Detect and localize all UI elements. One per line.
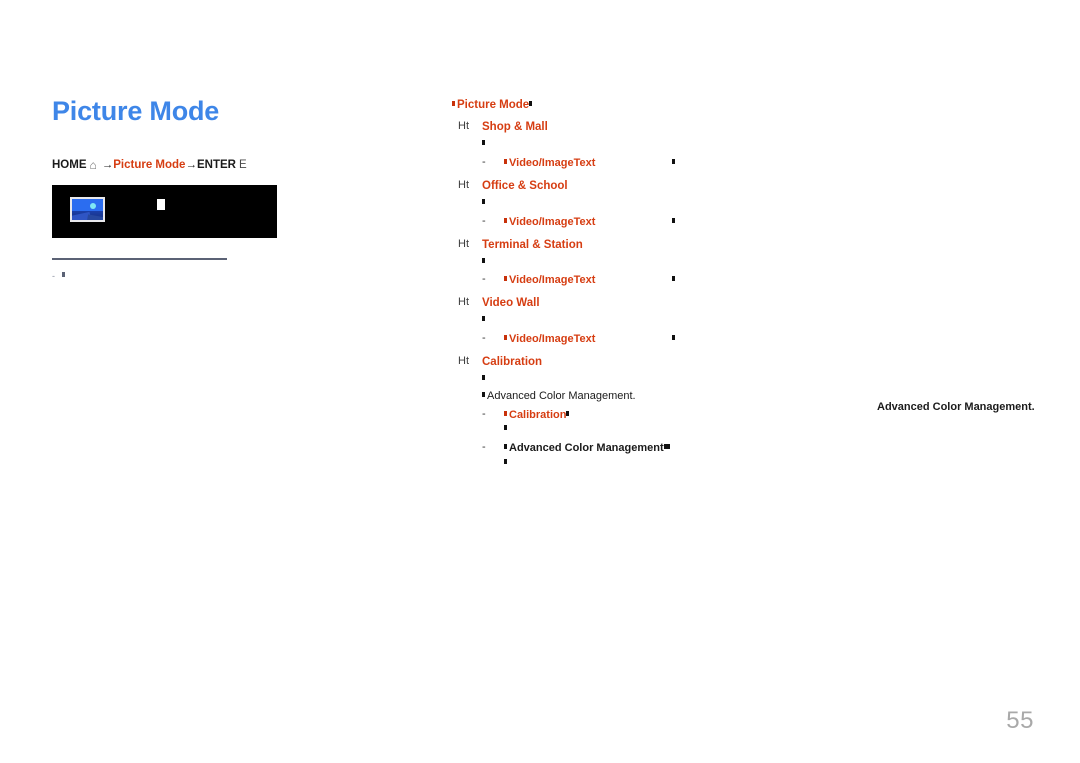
sub-item-label-text: Video/Image: [509, 274, 574, 287]
option-title: Calibration: [482, 355, 543, 368]
sub-item-label-text-2: Text: [573, 274, 596, 287]
sub-item-trailing-glyph: [672, 214, 677, 230]
option-item-office-school[interactable]: Ht Office & School - Video/ImageText: [452, 179, 872, 230]
missing-glyph-icon: [62, 269, 67, 280]
sub-item-dash: -: [482, 441, 486, 454]
sub-item-label: Video/ImageText: [504, 214, 872, 230]
sub-item-dash: -: [482, 273, 486, 286]
section-heading-label: Picture Mode: [457, 99, 530, 111]
option-description: Advanced Color Management.: [482, 388, 872, 404]
option-item-calibration[interactable]: Ht Calibration Advanced Color Management…: [452, 355, 872, 471]
sub-item-dash: -: [482, 156, 486, 169]
sub-item-label: Advanced Color Management: [504, 441, 872, 456]
option-sub-item[interactable]: - Video/ImageText: [482, 273, 872, 288]
missing-glyph-icon: [504, 422, 509, 434]
left-footnote: -: [52, 269, 67, 282]
option-description: [482, 313, 872, 328]
missing-glyph-icon: [482, 313, 487, 325]
option-sub-item[interactable]: - Advanced Color Management: [482, 441, 872, 471]
sub-item-trailing-glyph: [672, 156, 677, 171]
section-heading: Picture Mode: [452, 98, 872, 112]
option-title: Video Wall: [482, 297, 540, 310]
breadcrumb: HOME ⌂ →Picture Mode→ENTER E: [52, 157, 382, 173]
left-footnote-dash: -: [52, 271, 55, 281]
preview-panel: [52, 185, 277, 238]
missing-glyph-icon: [663, 441, 672, 453]
option-description-glyph: [482, 371, 872, 387]
left-column: Picture Mode HOME ⌂ →Picture Mode→ENTER E: [52, 96, 382, 173]
missing-glyph-icon: [672, 332, 677, 344]
option-description: [482, 137, 872, 152]
option-sub-item[interactable]: - Calibration: [482, 407, 872, 438]
sub-item-label: Video/ImageText: [504, 273, 872, 288]
left-divider: [52, 258, 227, 260]
missing-glyph-icon: [482, 371, 487, 383]
breadcrumb-arrow-1: →: [101, 159, 114, 172]
breadcrumb-home-label: HOME: [52, 159, 87, 172]
sub-item-trailing-glyph: [672, 332, 677, 347]
option-group: Ht Shop & Mall - Video/ImageText: [452, 120, 872, 171]
sub-item-dash: -: [482, 214, 486, 227]
option-title: Terminal & Station: [482, 238, 583, 251]
option-title: Office & School: [482, 180, 568, 192]
sub-item-label-text-2: Text: [573, 333, 596, 346]
option-title: Shop & Mall: [482, 121, 548, 134]
list-bullet: Ht: [458, 179, 469, 191]
sub-item-label: Calibration: [504, 407, 872, 423]
missing-glyph-icon: [566, 407, 572, 419]
breadcrumb-enter-label: ENTER: [196, 159, 236, 172]
missing-glyph-icon: [529, 98, 535, 109]
list-bullet: Ht: [458, 237, 469, 250]
missing-glyph-icon: [482, 254, 487, 266]
sub-item-dash: -: [482, 332, 486, 345]
option-description-text: Advanced Color Management.: [487, 389, 636, 402]
missing-glyph-icon: [504, 456, 509, 468]
missing-glyph-icon: [672, 156, 677, 168]
breadcrumb-arrow-2: →: [185, 159, 197, 172]
sub-item-label-text-2: Text: [573, 215, 596, 228]
document-page: Picture Mode HOME ⌂ →Picture Mode→ENTER E -…: [0, 0, 1080, 763]
option-item-shop-mall[interactable]: Ht Shop & Mall - Video/ImageText: [452, 120, 872, 171]
enter-key-glyph: E: [238, 159, 247, 172]
option-group: Ht Office & School - Video/ImageText: [452, 179, 872, 230]
option-sub-item[interactable]: - Video/ImageText: [482, 156, 872, 171]
missing-glyph-icon: [482, 137, 487, 149]
sub-item-continuation: [504, 456, 872, 471]
sub-item-label-text: Video/Image: [509, 157, 574, 170]
breadcrumb-item-picture-mode[interactable]: Picture Mode: [113, 159, 185, 171]
missing-glyph-icon: [482, 195, 487, 207]
home-icon: ⌂: [89, 158, 97, 173]
sub-item-dash: -: [482, 407, 486, 420]
picture-thumbnail-icon: [70, 197, 105, 222]
option-description: [482, 195, 872, 211]
sub-item-label-text: Video/Image: [509, 215, 574, 228]
option-sub-item[interactable]: - Video/ImageText: [482, 332, 872, 347]
option-item-terminal-station[interactable]: Ht Terminal & Station - Video/ImageText: [452, 238, 872, 289]
sub-item-label: Video/ImageText: [504, 156, 872, 171]
sub-item-continuation: [504, 422, 872, 437]
option-description: [482, 254, 872, 270]
sub-item-label-text: Calibration: [509, 408, 567, 421]
option-sub-item[interactable]: - Video/ImageText: [482, 214, 872, 230]
option-group: Ht Terminal & Station - Video/ImageText: [452, 238, 872, 289]
right-column: Picture Mode Ht Shop & Mall - Video/Imag…: [452, 98, 872, 471]
list-bullet: Ht: [458, 354, 469, 367]
page-number: 55: [1006, 707, 1034, 734]
option-group: Ht Video Wall - Video/ImageText: [452, 296, 872, 347]
missing-glyph-icon: [157, 197, 168, 210]
side-note: Advanced Color Management.: [877, 401, 1035, 413]
sub-item-label-text: Video/Image: [509, 333, 574, 346]
page-title: Picture Mode: [52, 96, 220, 126]
missing-glyph-icon: [672, 273, 677, 285]
list-bullet: Ht: [458, 296, 469, 309]
missing-glyph-icon: [672, 214, 677, 226]
sub-item-trailing-glyph: [672, 273, 677, 288]
option-group: Ht Calibration Advanced Color Management…: [452, 355, 872, 471]
list-bullet: Ht: [458, 120, 469, 133]
sub-item-label-text-2: Text: [573, 157, 596, 170]
sub-item-label-text: Advanced Color Management: [509, 442, 664, 455]
option-item-video-wall[interactable]: Ht Video Wall - Video/ImageText: [452, 296, 872, 347]
sub-item-label: Video/ImageText: [504, 332, 872, 347]
